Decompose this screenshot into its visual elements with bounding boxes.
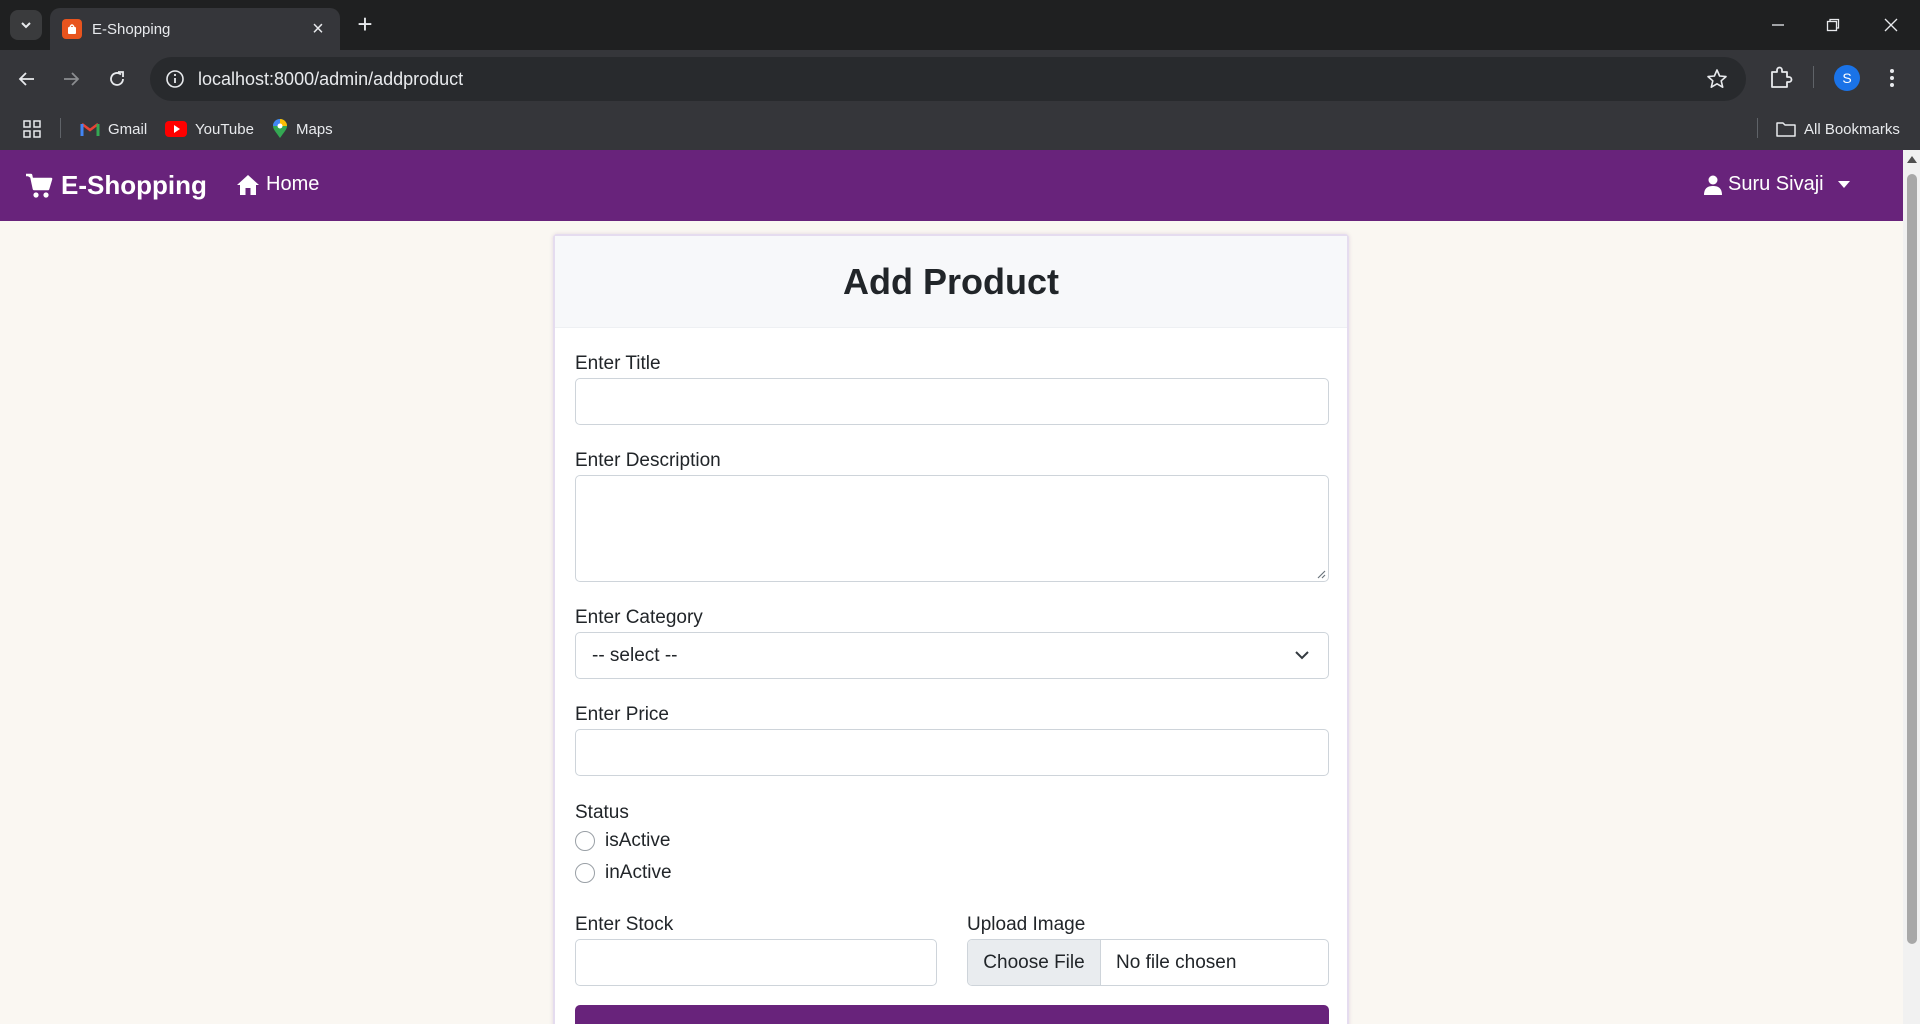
arrow-left-icon	[18, 72, 34, 86]
price-label: Enter Price	[575, 704, 669, 725]
user-icon	[1704, 175, 1722, 195]
browser-tab[interactable]: E-Shopping ×	[50, 8, 340, 50]
tab-search-button[interactable]	[10, 10, 42, 40]
description-label: Enter Description	[575, 450, 721, 471]
page-title: Add Product	[843, 260, 1059, 302]
minimize-icon	[1772, 24, 1784, 26]
user-name: Suru Sivaji	[1728, 173, 1824, 195]
shopping-cart-icon	[26, 173, 53, 198]
submit-button[interactable]	[575, 1005, 1329, 1024]
close-icon	[1884, 18, 1898, 32]
gmail-icon	[80, 123, 100, 136]
radio-button[interactable]	[575, 863, 595, 883]
restore-button[interactable]	[1813, 10, 1853, 40]
status-isactive-option[interactable]: isActive	[575, 830, 670, 852]
youtube-icon	[165, 121, 187, 137]
maps-pin-icon	[273, 119, 287, 138]
category-label: Enter Category	[575, 607, 703, 628]
bookmark-label: Gmail	[108, 120, 148, 138]
chevron-down-icon	[1295, 651, 1309, 660]
home-icon	[237, 174, 259, 195]
resize-grip-icon[interactable]	[1316, 569, 1326, 579]
bookmark-maps[interactable]: Maps	[272, 116, 333, 142]
bookmark-label: YouTube	[195, 120, 254, 138]
arrow-right-icon	[64, 72, 80, 86]
status-label: Status	[575, 802, 629, 823]
nav-home-label: Home	[266, 173, 320, 195]
apps-button[interactable]	[22, 116, 50, 142]
extensions-icon[interactable]	[1768, 64, 1794, 90]
bookmark-youtube[interactable]: YouTube	[165, 116, 254, 142]
restore-icon	[1826, 18, 1840, 32]
all-bookmarks-label: All Bookmarks	[1804, 120, 1900, 138]
close-window-button[interactable]	[1871, 10, 1911, 40]
stock-input[interactable]	[575, 939, 937, 986]
status-inactive-option[interactable]: inActive	[575, 862, 672, 884]
scroll-up-icon[interactable]	[1907, 156, 1917, 163]
tab-title: E-Shopping	[92, 20, 171, 38]
radio-label: inActive	[605, 862, 672, 883]
page-viewport: E-Shopping Home Suru Sivaji Add Product …	[0, 150, 1920, 1024]
title-label: Enter Title	[575, 353, 661, 374]
title-input[interactable]	[575, 378, 1329, 425]
bookmark-star-icon[interactable]	[1706, 68, 1728, 90]
apps-grid-icon	[23, 120, 41, 138]
choose-file-button[interactable]: Choose File	[968, 940, 1101, 985]
site-navbar: E-Shopping Home Suru Sivaji	[0, 150, 1903, 221]
page-scrollbar[interactable]	[1903, 150, 1920, 1024]
file-status-text: No file chosen	[1116, 951, 1237, 973]
address-bar[interactable]: localhost:8000/admin/addproduct	[150, 57, 1746, 101]
category-selected: -- select --	[592, 644, 678, 666]
radio-button[interactable]	[575, 831, 595, 851]
bookmarks-divider	[1757, 118, 1758, 138]
back-button[interactable]	[12, 64, 42, 94]
image-label: Upload Image	[967, 914, 1086, 935]
more-vertical-icon	[1890, 69, 1894, 87]
all-bookmarks-button[interactable]: All Bookmarks	[1776, 116, 1900, 142]
reload-icon	[110, 71, 124, 86]
card-header: Add Product	[555, 236, 1347, 328]
category-select[interactable]: -- select --	[575, 632, 1329, 679]
reload-button[interactable]	[102, 64, 132, 94]
brand-link[interactable]: E-Shopping	[25, 170, 207, 201]
forward-button[interactable]	[56, 64, 86, 94]
folder-icon	[1776, 122, 1796, 137]
bookmarks-bar: Gmail YouTube Maps All Bookmarks	[0, 108, 1920, 150]
browser-toolbar: localhost:8000/admin/addproduct	[0, 50, 1920, 108]
add-product-card: Add Product Enter Title Enter Descriptio…	[553, 234, 1349, 1024]
url-text: localhost:8000/admin/addproduct	[198, 68, 464, 89]
description-textarea[interactable]	[575, 475, 1329, 582]
new-tab-button[interactable]: +	[352, 11, 378, 38]
scroll-thumb[interactable]	[1907, 174, 1917, 944]
stock-label: Enter Stock	[575, 914, 674, 935]
browser-menu-button[interactable]	[1880, 64, 1904, 92]
caret-down-icon	[1837, 181, 1850, 188]
profile-avatar[interactable]: S	[1834, 65, 1860, 91]
minimize-button[interactable]	[1758, 10, 1798, 40]
radio-label: isActive	[605, 830, 671, 851]
browser-tabstrip: E-Shopping × +	[0, 0, 1920, 50]
price-input[interactable]	[575, 729, 1329, 776]
site-info-icon[interactable]	[164, 68, 186, 90]
bookmark-gmail[interactable]: Gmail	[80, 116, 147, 142]
tab-close-icon[interactable]: ×	[308, 19, 328, 39]
shop-favicon-icon	[62, 19, 82, 39]
toolbar-divider	[1813, 66, 1814, 88]
chevron-down-icon	[21, 22, 31, 29]
image-file-input[interactable]: Choose File No file chosen	[967, 939, 1329, 986]
nav-home-link[interactable]: Home	[236, 173, 319, 196]
user-menu-dropdown[interactable]: Suru Sivaji	[1704, 173, 1850, 196]
brand-name: E-Shopping	[61, 170, 207, 200]
bookmarks-divider	[60, 118, 61, 138]
bookmark-label: Maps	[296, 120, 333, 138]
